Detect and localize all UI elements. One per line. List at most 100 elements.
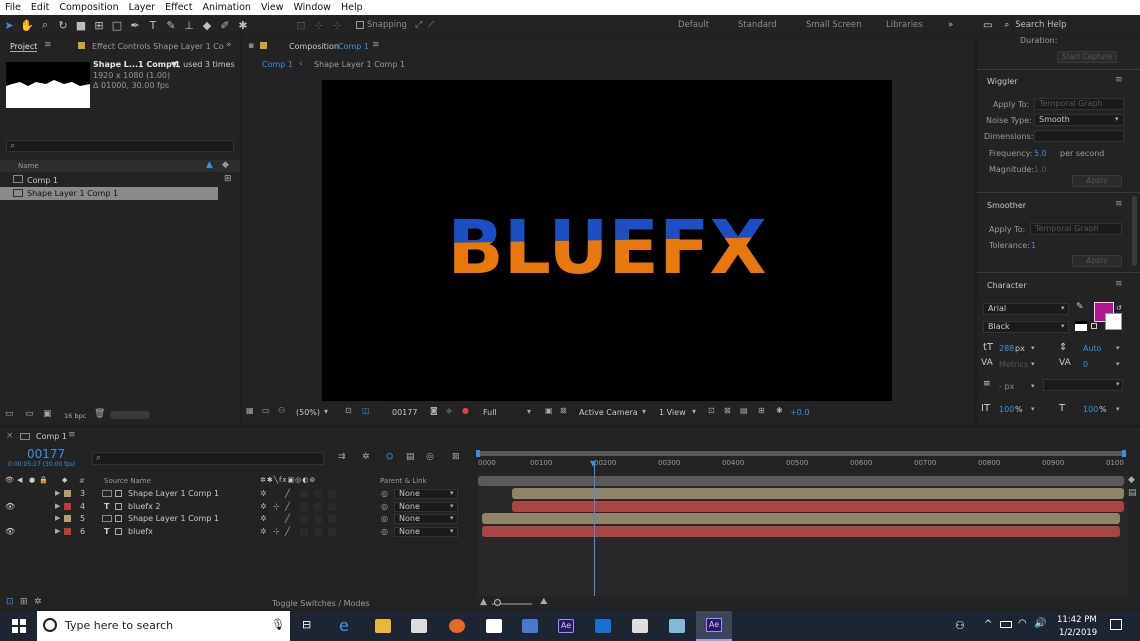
show-snapshot-icon[interactable]: ◆ — [446, 406, 452, 415]
camera-tool-icon[interactable]: ■ — [72, 17, 90, 33]
table-row[interactable]: 👁 ▶ 4 Tbluefx 2 ✲ ⊹ ╱ ◎ None ▾ — [0, 501, 475, 513]
volume-icon[interactable]: 🔊 — [1034, 618, 1046, 629]
mail-icon[interactable] — [486, 619, 502, 633]
character-menu-icon[interactable]: ≡ — [1115, 279, 1123, 289]
in-out-icon[interactable]: ✲ — [34, 597, 42, 607]
font-style-select[interactable]: Black — [983, 321, 1069, 333]
vertical-scale-chevron-icon[interactable]: ▾ — [1031, 405, 1035, 413]
smoother-apply-button[interactable]: Apply — [1072, 255, 1122, 267]
lock-icon[interactable]: 🔒 — [39, 476, 48, 484]
menu-help[interactable]: Help — [336, 2, 368, 13]
after-effects-icon[interactable]: Ae — [558, 619, 574, 633]
microphone-icon[interactable]: 🎙 — [271, 618, 285, 631]
switch-box[interactable] — [328, 515, 336, 524]
snapping-checkbox[interactable] — [356, 21, 364, 29]
layer-switches-icon[interactable]: ⊡ — [6, 597, 14, 607]
timeline-search-input[interactable]: ⌕ — [92, 452, 324, 465]
file-explorer-icon[interactable] — [375, 619, 391, 633]
clone-stamp-tool-icon[interactable]: ⊥ — [180, 17, 198, 33]
noise-type-chevron-icon[interactable]: ▾ — [1115, 115, 1119, 123]
parent-pickwhip-icon[interactable]: ◎ — [381, 502, 388, 511]
quality-switch-icon[interactable]: ╱ — [285, 514, 290, 523]
layer-duration-bar[interactable] — [512, 488, 1124, 499]
breadcrumb-back-icon[interactable]: ‹ — [299, 59, 303, 69]
tab-effect-controls[interactable]: Effect Controls Shape Layer 1 Co — [92, 42, 224, 51]
snap-options-icon[interactable]: ⤢ — [415, 20, 422, 30]
shy-layers-icon[interactable]: ⛭ — [386, 452, 393, 462]
action-center-icon[interactable] — [1110, 619, 1122, 630]
kerning-value[interactable]: Metrics — [999, 360, 1028, 369]
tab-composition-name[interactable]: Comp 1 — [338, 42, 369, 51]
new-composition-icon[interactable]: ▣ — [43, 409, 52, 419]
breadcrumb-shape-layer[interactable]: Shape Layer 1 Comp 1 — [314, 60, 405, 69]
project-search-input[interactable]: ⌕ — [6, 140, 234, 152]
time-ruler[interactable]: 0000 00100 00200 00300 00400 00500 00600 00700 0… — [476, 448, 1128, 476]
taskbar-search-input[interactable]: Type here to search — [65, 619, 173, 632]
zoom-dropdown[interactable]: (50%) — [296, 408, 320, 417]
clock-time[interactable]: 11:42 PM — [1057, 615, 1097, 625]
wiggler-apply-to-select[interactable]: Temporal Graph — [1034, 98, 1124, 110]
modes-icon[interactable]: ⊞ — [20, 597, 28, 607]
draft-3d-icon[interactable]: ✲ — [362, 452, 370, 462]
label-column-icon[interactable]: ◆ — [62, 476, 67, 484]
hand-tool-icon[interactable]: ✋ — [18, 17, 36, 33]
style-chevron-icon[interactable]: ▾ — [1061, 322, 1065, 330]
camera-dropdown[interactable]: Active Camera — [579, 408, 638, 417]
column-name[interactable]: Name — [18, 162, 39, 170]
frame-blending-icon[interactable]: ▤ — [406, 452, 415, 462]
switch-box[interactable] — [300, 502, 308, 511]
right-panel-scrollbar[interactable] — [1132, 196, 1137, 266]
selection-tool-icon[interactable]: ➤ — [0, 17, 18, 33]
shy-switch-icon[interactable]: ✲ — [260, 527, 267, 536]
workspace-libraries[interactable]: Libraries — [886, 20, 923, 30]
swap-colors-icon[interactable]: ↺ — [1116, 304, 1122, 312]
quality-switch-icon[interactable]: ╱ — [285, 527, 290, 536]
layer-name[interactable]: bluefx 2 — [128, 502, 160, 511]
eyedropper-icon[interactable]: ✎ — [1076, 302, 1084, 312]
clock-date[interactable]: 1/2/2019 — [1059, 628, 1097, 638]
no-fill-icon[interactable] — [1075, 321, 1087, 331]
solo-icon[interactable]: ● — [29, 476, 35, 484]
tab-composition-prefix[interactable]: Composition — [289, 42, 339, 51]
switch-box[interactable] — [314, 527, 322, 536]
task-view-icon[interactable]: ⊟ — [302, 618, 311, 631]
audio-icon[interactable]: ◀ — [17, 476, 22, 484]
reset-exposure-icon[interactable]: ⊠ — [724, 406, 731, 415]
new-folder-icon[interactable]: ▭ — [25, 409, 34, 419]
notepad-icon[interactable] — [669, 619, 685, 633]
switch-box[interactable] — [328, 490, 336, 498]
tracking-chevron-icon[interactable]: ▾ — [1116, 360, 1120, 368]
item-dropdown-icon[interactable]: ▼ — [171, 60, 177, 69]
brush-tool-icon[interactable]: ✎ — [162, 17, 180, 33]
horizontal-scale-chevron-icon[interactable]: ▾ — [1116, 405, 1120, 413]
label-color-swatch[interactable] — [64, 527, 71, 535]
menu-layer[interactable]: Layer — [124, 2, 161, 13]
menu-file[interactable]: File — [0, 2, 26, 13]
people-icon[interactable]: ⚇ — [955, 619, 965, 632]
shy-switch-icon[interactable]: ✲ — [260, 502, 267, 511]
parent-pickwhip-icon[interactable]: ◎ — [381, 514, 388, 523]
flowchart-icon[interactable]: ⊞ — [758, 406, 765, 415]
layer-name[interactable]: bluefx — [128, 527, 153, 536]
tolerance-value[interactable]: 1 — [1031, 241, 1036, 250]
menu-effect[interactable]: Effect — [160, 2, 197, 13]
menu-edit[interactable]: Edit — [26, 2, 54, 13]
views-dropdown[interactable]: 1 View — [659, 408, 686, 417]
label-color-swatch[interactable] — [64, 490, 71, 497]
expand-chevron-icon[interactable]: ▶ — [55, 489, 60, 497]
leading-value[interactable]: Auto — [1083, 344, 1102, 353]
views-dropdown-icon[interactable]: ▾ — [692, 407, 696, 416]
comp-button-icon[interactable]: ◆ — [1128, 475, 1135, 485]
switch-box[interactable] — [300, 490, 308, 498]
color-channels-icon[interactable]: ● — [462, 406, 469, 415]
type-tool-icon[interactable]: T — [144, 17, 162, 33]
switch-box[interactable] — [314, 502, 322, 511]
table-row[interactable]: ▶ 5 Shape Layer 1 Comp 1 ✲ ╱ ◎ None ▾ — [0, 513, 475, 525]
parent-chevron-icon[interactable]: ▾ — [450, 502, 454, 510]
layer-duration-bar[interactable] — [512, 500, 1124, 512]
visibility-eye-icon[interactable]: 👁 — [5, 502, 15, 511]
flowchart-icon[interactable]: ⊞ — [224, 174, 232, 184]
snap-edges-icon[interactable]: ⟋ — [428, 20, 434, 30]
timeline-icon[interactable]: ▤ — [740, 406, 748, 415]
pan-behind-tool-icon[interactable]: ⊞ — [90, 17, 108, 33]
